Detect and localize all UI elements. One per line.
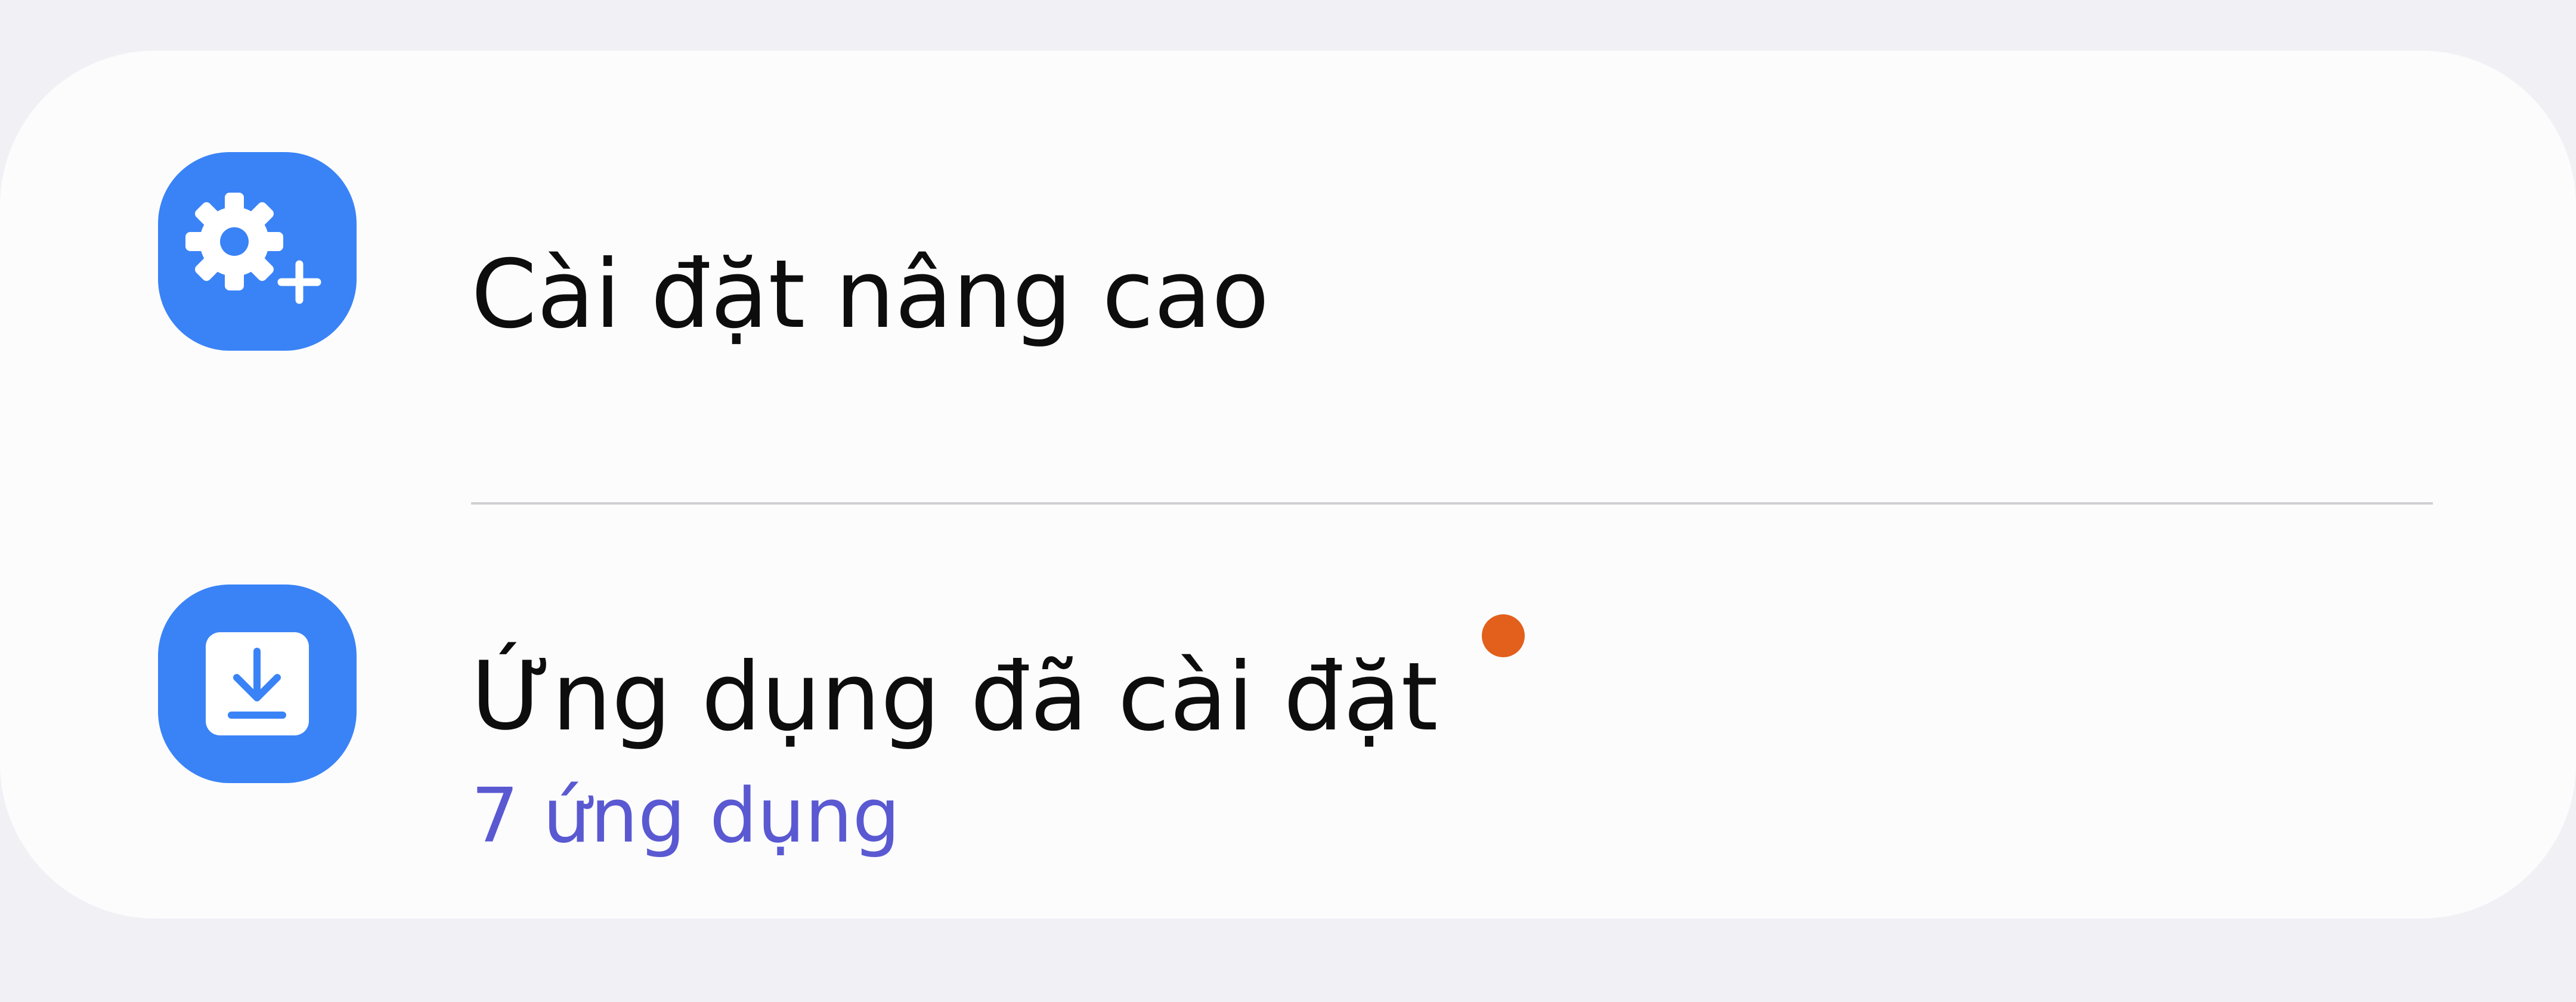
notification-badge-dot: [1482, 614, 1525, 657]
advanced-settings-title: Cài đặt nâng cao: [471, 240, 1270, 350]
installed-apps-count: 7 ứng dụng: [471, 772, 900, 859]
gear-plus-icon: [158, 152, 357, 351]
settings-card: Cài đặt nâng cao Ứng dụng đã cài đặt 7 ứ…: [0, 51, 2576, 918]
download-box-icon: [158, 584, 357, 783]
installed-apps-title: Ứng dụng đã cài đặt: [471, 642, 1438, 752]
divider: [471, 502, 2433, 505]
